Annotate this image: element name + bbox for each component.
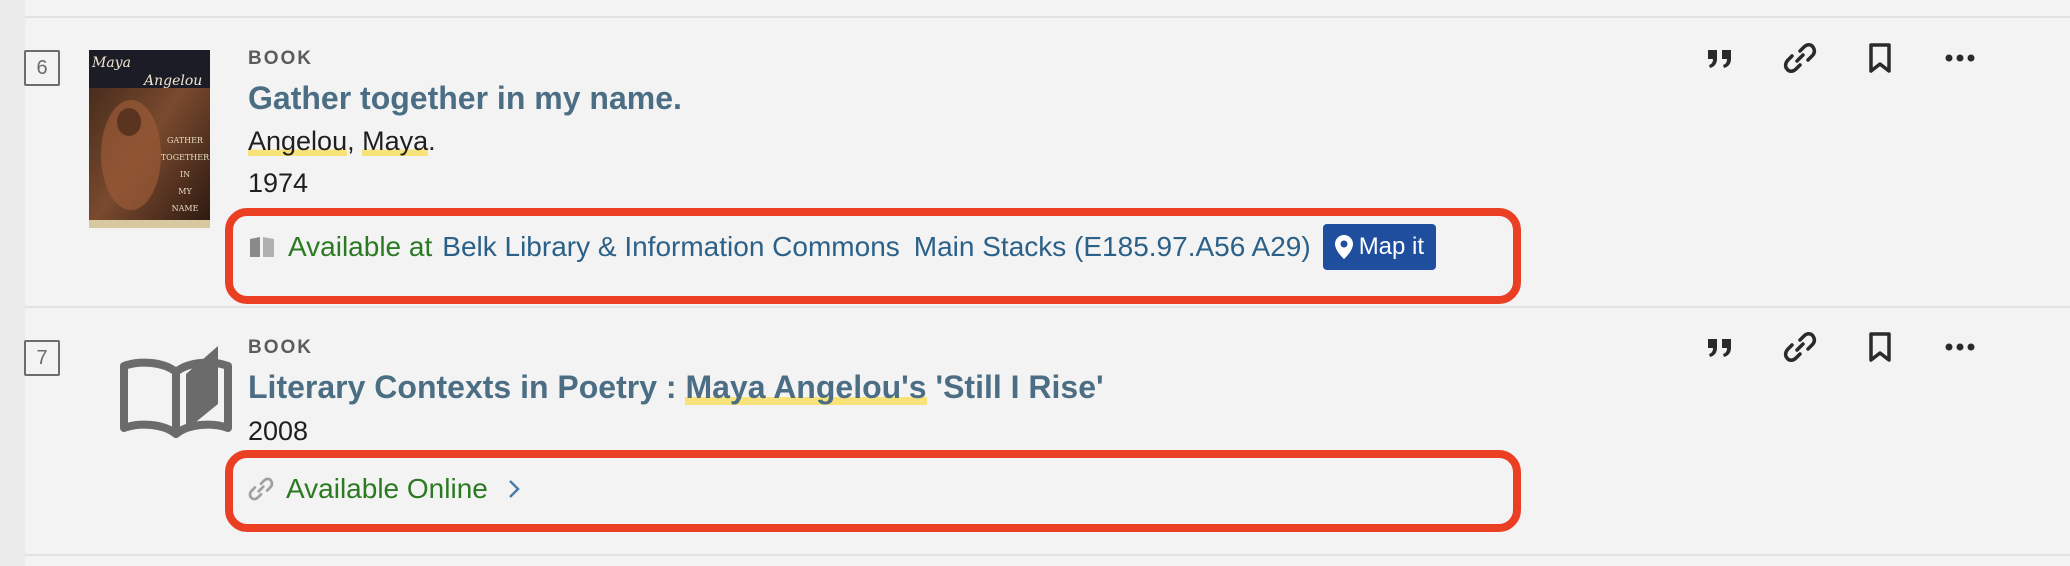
material-type: BOOK <box>248 337 313 358</box>
map-it-button[interactable]: Map it <box>1322 224 1437 270</box>
bookmark-icon[interactable] <box>1860 38 1900 78</box>
result-title[interactable]: Literary Contexts in Poetry : Maya Angel… <box>248 369 1104 406</box>
result-number: 6 <box>24 50 60 86</box>
book-open-icon <box>248 235 276 259</box>
availability-online-link[interactable]: Available Online <box>286 473 488 505</box>
more-icon[interactable] <box>1940 327 1980 367</box>
link-icon <box>248 476 274 502</box>
more-icon[interactable] <box>1940 38 1980 78</box>
quote-icon[interactable] <box>1700 38 1740 78</box>
divider <box>25 16 2070 18</box>
availability-line[interactable]: Available at Belk Library & Information … <box>248 224 1437 270</box>
book-icon <box>118 342 234 443</box>
result-actions <box>1700 327 1980 367</box>
quote-icon[interactable] <box>1700 327 1740 367</box>
cover-title: Maya Angelou <box>92 55 203 89</box>
chevron-right-icon[interactable] <box>508 479 520 499</box>
link-icon[interactable] <box>1780 38 1820 78</box>
result-year: 2008 <box>248 416 309 446</box>
result-title[interactable]: Gather together in my name. <box>248 80 682 117</box>
divider <box>25 554 2070 556</box>
library-name[interactable]: Belk Library & Information Commons <box>442 231 900 263</box>
cover-subtitle: GATHER TOGETHER IN MY NAME <box>160 136 210 213</box>
result-author[interactable]: Angelou, Maya. <box>248 126 436 157</box>
result-number: 7 <box>24 340 60 376</box>
material-type: BOOK <box>248 48 313 69</box>
availability-line[interactable]: Available Online <box>248 466 520 512</box>
bookmark-icon[interactable] <box>1860 327 1900 367</box>
link-icon[interactable] <box>1780 327 1820 367</box>
divider <box>25 306 2070 308</box>
result-year: 1974 <box>248 168 309 198</box>
shelf-location[interactable]: Main Stacks (E185.97.A56 A29) <box>914 231 1311 263</box>
availability-status: Available at <box>288 231 433 262</box>
result-actions <box>1700 38 1980 78</box>
map-pin-icon <box>1334 235 1353 259</box>
